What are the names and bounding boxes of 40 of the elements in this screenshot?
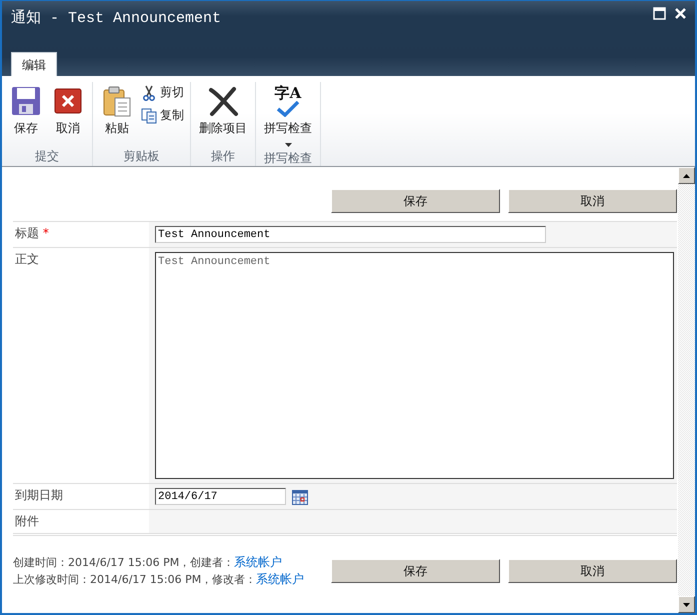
close-icon[interactable] [674, 7, 687, 20]
ribbon-button[interactable]: 复制 [139, 107, 186, 124]
ribbon-button[interactable]: 粘贴 [97, 82, 137, 148]
down-arrow-icon [683, 602, 690, 606]
date-field[interactable]: 2014/6/17 [155, 488, 286, 505]
calendar-icon[interactable] [292, 488, 308, 504]
group-label: 提交 [34, 148, 60, 165]
group-label: 剪贴板 [122, 148, 160, 165]
field-label: 标题 [15, 226, 39, 240]
form-button[interactable]: 取消 [508, 189, 677, 213]
maximize-icon[interactable] [653, 7, 666, 20]
text-field[interactable]: Test Announcement [155, 226, 546, 243]
ribbon-button[interactable]: 取消 [48, 82, 88, 148]
ribbon-button[interactable]: 删除项目 [195, 82, 251, 148]
group-label: 操作 [210, 148, 236, 165]
window-title: 通知 - Test Announcement [10, 8, 222, 27]
scrollbar[interactable] [678, 167, 695, 613]
ribbon-button[interactable]: 字A 拼写检查 [260, 82, 316, 150]
field-label: 正文 [15, 252, 39, 266]
text-area[interactable]: Test Announcement [155, 252, 674, 479]
field-label: 到期日期 [15, 488, 63, 502]
form-button[interactable]: 保存 [331, 559, 500, 583]
ribbon-button[interactable]: 保存 [6, 82, 46, 148]
user-link[interactable]: 系统帐户 [234, 555, 282, 569]
caret-icon [284, 143, 292, 147]
form-button[interactable]: 保存 [331, 189, 500, 213]
user-link[interactable]: 系统帐户 [256, 572, 304, 586]
group-label: 拼写检查 [263, 150, 313, 167]
clipboard-icon [101, 85, 133, 117]
metadata-text: 上次修改时间：2014/6/17 15:06 PM，修改者： [13, 573, 256, 586]
required-marker: * [42, 226, 49, 240]
ribbon-button[interactable]: 剪切 [139, 84, 186, 101]
metadata-text: 创建时间：2014/6/17 15:06 PM，创建者： [13, 556, 234, 569]
ribbon-tab[interactable]: 编辑 [11, 52, 57, 76]
up-arrow-icon [683, 174, 690, 178]
field-label: 附件 [15, 514, 39, 528]
copy-icon [141, 108, 157, 124]
scissors-icon [141, 84, 157, 100]
form-button[interactable]: 取消 [508, 559, 677, 583]
cross-icon [207, 85, 239, 117]
